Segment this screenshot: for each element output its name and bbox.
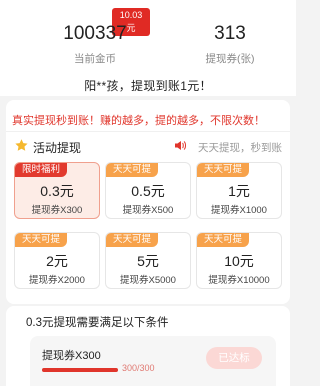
speaker-icon [175,141,186,150]
condition-name: 提现券X300 [42,350,101,362]
divider [6,131,290,132]
tile-amount: 5元 [137,253,159,269]
tile-requirement: 提现券X2000 [29,275,85,286]
coupon-value: 313 [214,23,246,44]
withdraw-option-5[interactable]: 天天可提 5元 提现券X5000 [105,232,191,289]
tile-amount: 10元 [224,253,254,269]
tile-tag: 天天可提 [197,163,250,177]
notice-text: 真实提现秒到账！赚的越多，提的越多，不限次数！ [12,115,265,127]
progress-text: 300/300 [122,363,155,373]
tile-requirement: 提现券X10000 [208,275,270,286]
tile-requirement: 提现券X300 [31,205,83,216]
tile-tag: 天天可提 [106,233,159,247]
tile-amount: 0.3元 [40,183,74,199]
condition-title: 0.3元提现需要满足以下条件 [26,317,169,329]
coupon-label: 提现券(张) [205,53,255,65]
star-icon [15,139,28,151]
tile-requirement: 提现券X1000 [211,205,267,216]
tile-tag: 限时福利 [15,163,68,177]
withdraw-option-1[interactable]: 天天可提 1元 提现券X1000 [196,162,282,219]
condition-card: 0.3元提现需要满足以下条件 提现券X300 300/300 已达标 [6,306,290,386]
stats-card: 10.03元 100337 当前金币 313 提现券(张) 阳**孩，提现到账1… [0,0,296,96]
tile-tag: 天天可提 [15,233,68,247]
withdraw-option-0.5[interactable]: 天天可提 0.5元 提现券X500 [105,162,191,219]
section-header: 活动提现 天天提现，秒到账 [14,138,282,155]
tile-requirement: 提现券X500 [122,205,174,216]
condition-item: 提现券X300 300/300 已达标 [30,336,276,386]
gold-label: 当前金币 [74,53,116,65]
tile-tag: 天天可提 [197,233,250,247]
progress-bar [42,368,118,372]
gold-value: 100337 [63,23,127,44]
withdraw-option-0.3[interactable]: 限时福利 0.3元 提现券X300 [14,162,100,219]
tile-amount: 1元 [228,183,250,199]
tile-amount: 2元 [46,253,68,269]
tile-requirement: 提现券X5000 [120,275,176,286]
tile-tag: 天天可提 [106,163,159,177]
tile-amount: 0.5元 [131,183,165,199]
withdraw-card: 真实提现秒到账！赚的越多，提的越多，不限次数！ 活动提现 天天提现，秒到账 限时… [6,100,290,304]
achieved-button[interactable]: 已达标 [206,347,262,369]
withdraw-option-10[interactable]: 天天可提 10元 提现券X10000 [196,232,282,289]
section-subtitle: 天天提现，秒到账 [198,142,282,154]
section-title: 活动提现 [33,141,82,155]
withdraw-option-2[interactable]: 天天可提 2元 提现券X2000 [14,232,100,289]
withdraw-ticker: 阳**孩，提现到账1元！ [84,79,212,93]
progress-fill [42,368,118,372]
